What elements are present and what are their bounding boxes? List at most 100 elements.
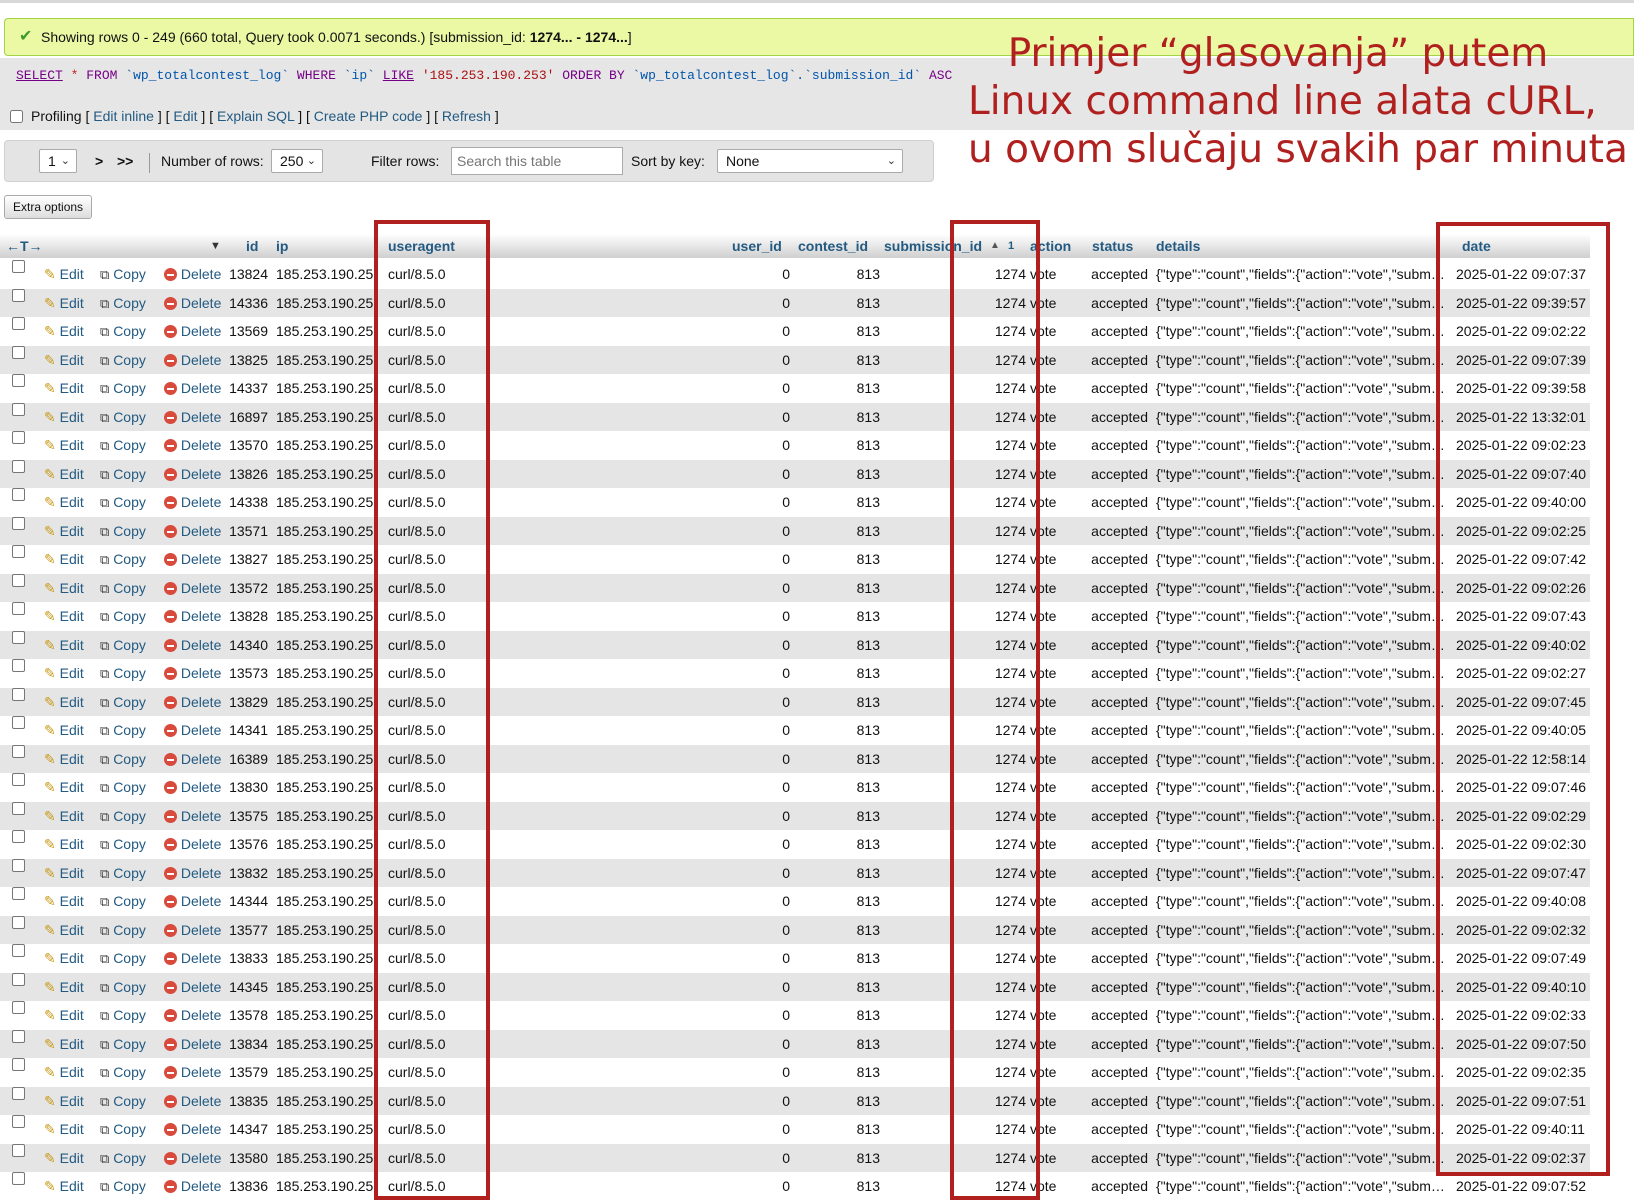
edit-inline-link[interactable]: Edit inline xyxy=(93,108,154,124)
column-header-date[interactable]: date xyxy=(1462,234,1491,258)
edit-row-action[interactable]: ✎ Edit xyxy=(44,1144,84,1172)
delete-row-action[interactable]: Delete xyxy=(164,659,221,687)
delete-row-action[interactable]: Delete xyxy=(164,773,221,801)
column-header-status[interactable]: status xyxy=(1092,234,1133,258)
edit-row-action[interactable]: ✎ Edit xyxy=(44,403,84,431)
delete-row-action[interactable]: Delete xyxy=(164,944,221,972)
row-checkbox[interactable] xyxy=(12,488,25,501)
refresh-link[interactable]: Refresh xyxy=(442,108,491,124)
copy-row-action[interactable]: ⧉ Copy xyxy=(100,716,146,745)
edit-row-action[interactable]: ✎ Edit xyxy=(44,631,84,659)
column-arrows[interactable]: ←T→ xyxy=(6,234,43,258)
delete-row-action[interactable]: Delete xyxy=(164,745,221,773)
page-select[interactable]: 1 ⌄ xyxy=(39,149,77,173)
copy-row-action[interactable]: ⧉ Copy xyxy=(100,346,146,375)
copy-row-action[interactable]: ⧉ Copy xyxy=(100,1172,146,1201)
delete-row-action[interactable]: Delete xyxy=(164,1172,221,1200)
column-header-details[interactable]: details xyxy=(1156,234,1200,258)
copy-row-action[interactable]: ⧉ Copy xyxy=(100,1115,146,1144)
row-checkbox[interactable] xyxy=(12,687,25,701)
copy-row-action[interactable]: ⧉ Copy xyxy=(100,488,146,517)
sort-select[interactable]: None ⌄ xyxy=(717,149,903,173)
delete-row-action[interactable]: Delete xyxy=(164,289,221,317)
edit-link[interactable]: Edit xyxy=(173,108,197,124)
delete-row-action[interactable]: Delete xyxy=(164,1001,221,1029)
edit-row-action[interactable]: ✎ Edit xyxy=(44,574,84,602)
edit-row-action[interactable]: ✎ Edit xyxy=(44,517,84,545)
copy-row-action[interactable]: ⧉ Copy xyxy=(100,431,146,460)
delete-row-action[interactable]: Delete xyxy=(164,545,221,573)
edit-row-action[interactable]: ✎ Edit xyxy=(44,1172,84,1200)
column-header-id[interactable]: id xyxy=(246,234,258,258)
row-checkbox[interactable] xyxy=(12,1115,25,1128)
edit-row-action[interactable]: ✎ Edit xyxy=(44,745,84,773)
delete-row-action[interactable]: Delete xyxy=(164,460,221,488)
delete-row-action[interactable]: Delete xyxy=(164,1030,221,1058)
rows-select[interactable]: 250 ⌄ xyxy=(271,149,323,173)
row-checkbox[interactable] xyxy=(12,288,25,302)
create-php-code-link[interactable]: Create PHP code xyxy=(314,108,423,124)
copy-row-action[interactable]: ⧉ Copy xyxy=(100,574,146,603)
edit-row-action[interactable]: ✎ Edit xyxy=(44,1001,84,1029)
copy-row-action[interactable]: ⧉ Copy xyxy=(100,317,146,346)
edit-row-action[interactable]: ✎ Edit xyxy=(44,1115,84,1143)
copy-row-action[interactable]: ⧉ Copy xyxy=(100,631,146,660)
copy-row-action[interactable]: ⧉ Copy xyxy=(100,602,146,631)
row-checkbox[interactable] xyxy=(12,573,25,587)
edit-row-action[interactable]: ✎ Edit xyxy=(44,317,84,345)
row-checkbox[interactable] xyxy=(12,972,25,986)
copy-row-action[interactable]: ⧉ Copy xyxy=(100,830,146,859)
row-checkbox[interactable] xyxy=(12,1172,25,1185)
edit-row-action[interactable]: ✎ Edit xyxy=(44,289,84,317)
row-checkbox[interactable] xyxy=(12,1086,25,1100)
row-checkbox[interactable] xyxy=(12,317,25,330)
column-header-user-id[interactable]: user_id xyxy=(732,234,782,258)
column-header-action[interactable]: action xyxy=(1030,234,1071,258)
row-checkbox[interactable] xyxy=(12,744,25,758)
edit-row-action[interactable]: ✎ Edit xyxy=(44,545,84,573)
delete-row-action[interactable]: Delete xyxy=(164,887,221,915)
copy-row-action[interactable]: ⧉ Copy xyxy=(100,1030,146,1059)
copy-row-action[interactable]: ⧉ Copy xyxy=(100,289,146,318)
last-page-button[interactable]: >> xyxy=(117,149,133,173)
delete-row-action[interactable]: Delete xyxy=(164,403,221,431)
delete-row-action[interactable]: Delete xyxy=(164,830,221,858)
copy-row-action[interactable]: ⧉ Copy xyxy=(100,802,146,831)
edit-row-action[interactable]: ✎ Edit xyxy=(44,859,84,887)
row-checkbox[interactable] xyxy=(12,887,25,900)
explain-sql-link[interactable]: Explain SQL xyxy=(217,108,294,124)
delete-row-action[interactable]: Delete xyxy=(164,716,221,744)
row-checkbox[interactable] xyxy=(12,830,25,843)
delete-row-action[interactable]: Delete xyxy=(164,1087,221,1115)
row-checkbox[interactable] xyxy=(12,260,25,273)
copy-row-action[interactable]: ⧉ Copy xyxy=(100,859,146,888)
column-header-contest-id[interactable]: contest_id xyxy=(798,234,868,258)
copy-row-action[interactable]: ⧉ Copy xyxy=(100,460,146,489)
delete-row-action[interactable]: Delete xyxy=(164,346,221,374)
edit-row-action[interactable]: ✎ Edit xyxy=(44,346,84,374)
column-header-useragent[interactable]: useragent xyxy=(388,234,455,258)
copy-row-action[interactable]: ⧉ Copy xyxy=(100,1001,146,1030)
row-checkbox[interactable] xyxy=(12,716,25,729)
delete-row-action[interactable]: Delete xyxy=(164,1115,221,1143)
copy-row-action[interactable]: ⧉ Copy xyxy=(100,374,146,403)
delete-row-action[interactable]: Delete xyxy=(164,859,221,887)
row-checkbox[interactable] xyxy=(12,345,25,359)
delete-row-action[interactable]: Delete xyxy=(164,802,221,830)
row-checkbox[interactable] xyxy=(12,773,25,786)
copy-row-action[interactable]: ⧉ Copy xyxy=(100,773,146,802)
copy-row-action[interactable]: ⧉ Copy xyxy=(100,973,146,1002)
extra-options-button[interactable]: Extra options xyxy=(4,195,93,219)
row-checkbox[interactable] xyxy=(12,602,25,615)
edit-row-action[interactable]: ✎ Edit xyxy=(44,431,84,459)
profiling-checkbox[interactable] xyxy=(10,110,23,123)
row-checkbox[interactable] xyxy=(12,1029,25,1043)
delete-row-action[interactable]: Delete xyxy=(164,631,221,659)
edit-row-action[interactable]: ✎ Edit xyxy=(44,773,84,801)
edit-row-action[interactable]: ✎ Edit xyxy=(44,1058,84,1086)
copy-row-action[interactable]: ⧉ Copy xyxy=(100,887,146,916)
next-page-button[interactable]: > xyxy=(95,149,103,173)
filter-input[interactable] xyxy=(451,147,623,175)
delete-row-action[interactable]: Delete xyxy=(164,317,221,345)
edit-row-action[interactable]: ✎ Edit xyxy=(44,659,84,687)
